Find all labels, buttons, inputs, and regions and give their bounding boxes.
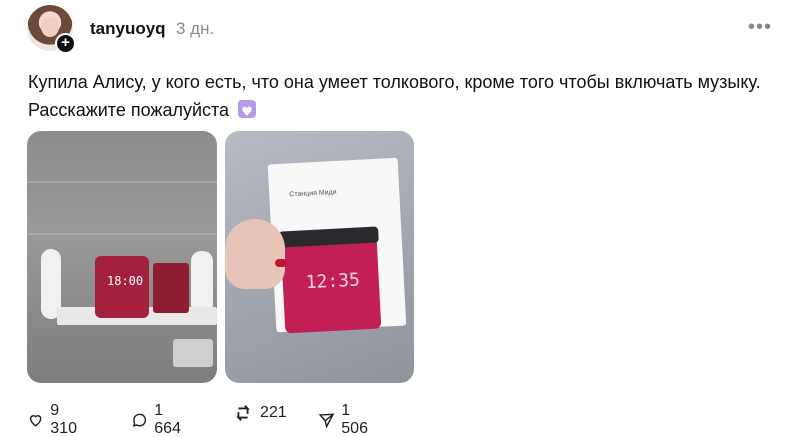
like-button[interactable]: 9 310 (27, 402, 82, 437)
post: + tanyuoyq 3 дн. ••• Купила Алису, у ког… (0, 0, 800, 437)
tile-line (27, 233, 217, 235)
avatar-face (41, 17, 59, 37)
more-icon[interactable]: ••• (748, 16, 772, 39)
clock-display: 18:00 (107, 274, 144, 288)
repost-button[interactable]: 221 (232, 402, 287, 424)
share-icon (318, 413, 335, 429)
post-time: 3 дн. (176, 19, 215, 38)
comment-count: 1 664 (154, 402, 181, 437)
username[interactable]: tanyuoyq (90, 19, 166, 39)
heart-icon (29, 415, 42, 427)
heart-emoji-icon (238, 99, 257, 127)
post-text: Купила Алису, у кого есть, что она умеет… (28, 68, 768, 127)
clock-display: 12:35 (305, 269, 361, 294)
post-text-content: Купила Алису, у кого есть, что она умеет… (28, 72, 761, 120)
smart-speaker: 18:00 (95, 256, 149, 318)
cup (153, 263, 189, 313)
share-count: 1 506 (341, 402, 368, 437)
repost-count: 221 (260, 404, 287, 421)
post-image-1[interactable]: 18:00 (27, 131, 217, 383)
box-label: Станция Миди (289, 188, 337, 199)
power-socket (173, 339, 213, 367)
smart-speaker: 12:35 (278, 226, 382, 334)
repost-icon (236, 405, 250, 421)
tile-line (27, 181, 217, 183)
nail (275, 259, 287, 267)
plus-icon[interactable]: + (55, 33, 76, 54)
comment-icon (132, 413, 147, 427)
comment-button[interactable]: 1 664 (131, 402, 186, 437)
figurine (191, 251, 213, 315)
post-image-2[interactable]: Станция Миди 12:35 (225, 131, 414, 383)
hand (225, 219, 285, 289)
share-button[interactable]: 1 506 (318, 402, 373, 437)
like-count: 9 310 (50, 402, 77, 437)
